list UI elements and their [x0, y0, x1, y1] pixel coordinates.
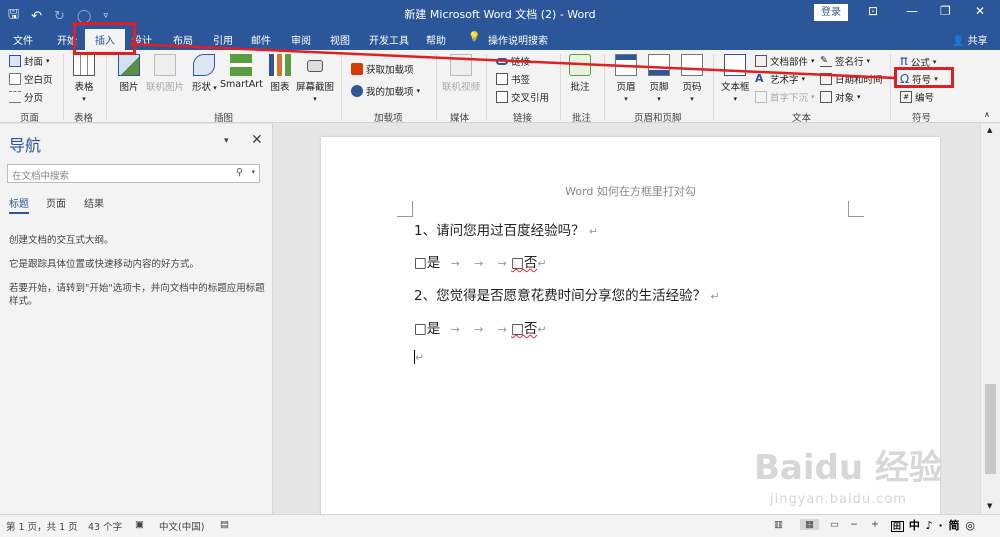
- arrow-line: [129, 42, 897, 80]
- annotation-arrow: [129, 42, 897, 80]
